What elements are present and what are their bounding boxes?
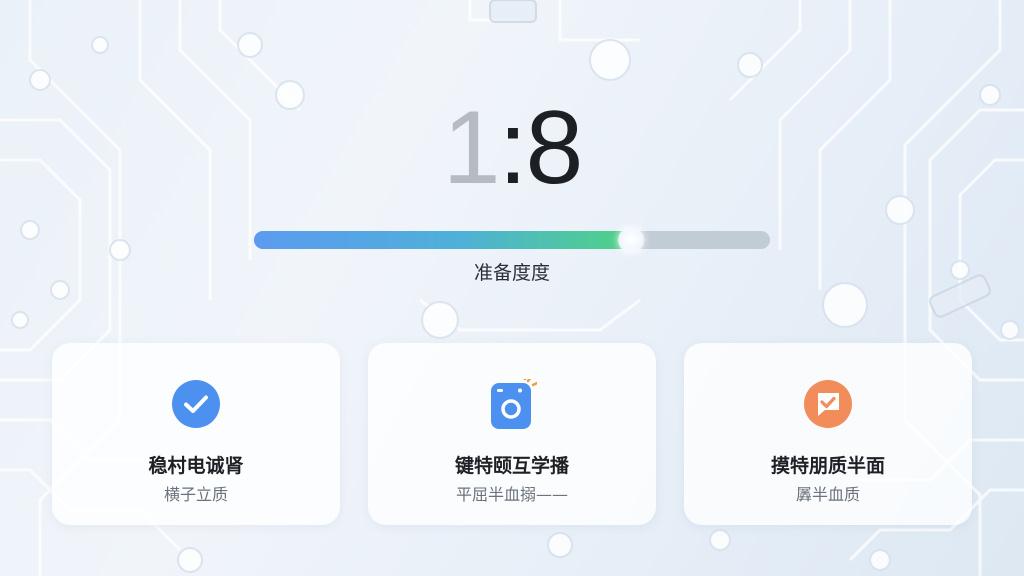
check-circle-icon [172,380,220,428]
progress-fill [254,231,631,249]
status-card-2[interactable]: 键特颐互学播 平屈半血搦—— [368,343,656,525]
progress-label: 准备度度 [473,262,550,284]
countdown-leading-digit: 1 [442,90,501,206]
card-subtitle: 平屈半血搦—— [455,485,568,504]
camera-tablet-icon [491,379,537,429]
card-subtitle: 羼半血质 [795,485,860,504]
card-subtitle: 横子立质 [163,485,228,504]
card-title: 键特颐互学播 [454,455,569,477]
progress-knob[interactable] [617,227,644,253]
countdown-remaining-digits: :8 [498,90,584,206]
app-screen: 1:8 准备度度 稳村电诚肾 横子立质 键特颐互学播 平屈半血搦—— 摸特朋质半… [0,0,1024,576]
readiness-progress-bar [254,227,770,253]
card-title: 稳村电诚肾 [148,455,244,477]
status-card-3[interactable]: 摸特朋质半面 羼半血质 [684,343,972,525]
status-card-1[interactable]: 稳村电诚肾 横子立质 [52,343,340,525]
chat-check-icon [804,380,852,428]
countdown-timer: 1:8 [0,88,1024,208]
card-title: 摸特朋质半面 [770,455,885,477]
